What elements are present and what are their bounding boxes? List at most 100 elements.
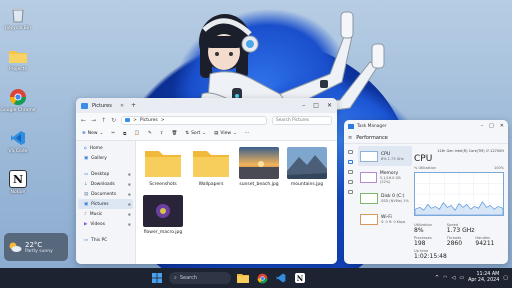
- sidebar-item-gallery[interactable]: ▣ Gallery: [78, 153, 133, 163]
- utilization-max: 100%: [493, 166, 504, 170]
- file-explorer-window: Pictures ✕ + – □ ✕ ← → ↑ ↻ > Pictures > …: [76, 98, 337, 264]
- resource-item-cpu[interactable]: CPU 8% 1.73 GHz: [358, 146, 412, 166]
- more-options-icon[interactable]: ···: [245, 131, 249, 136]
- taskbar-notion[interactable]: N: [293, 271, 307, 285]
- view-icon: ▤: [214, 131, 219, 136]
- vscode-icon: [276, 273, 286, 283]
- desktop-icon-chrome[interactable]: Google Chrome: [1, 88, 35, 113]
- sidebar-item-this-pc[interactable]: ▭ This PC: [78, 235, 133, 245]
- menu-icon[interactable]: ≡: [348, 135, 352, 141]
- taskbar: ⌕ Search N ^ ◠ ◁ ▭ 11:24 AM Apr 24, 2024…: [0, 268, 512, 288]
- stat-uptime: Up time 1:02:15:48: [414, 249, 447, 260]
- sidebar-item-label: Pictures: [91, 201, 109, 207]
- desktop-icon-vscode[interactable]: VS Code: [2, 129, 34, 154]
- sidebar-item-label: Music: [89, 211, 103, 217]
- sidebar-item-pictures[interactable]: ▣ Pictures ✱: [78, 199, 133, 209]
- users-icon[interactable]: [347, 190, 353, 194]
- view-button[interactable]: ▤ View ⌄: [214, 131, 237, 136]
- new-button[interactable]: ⊕ New ⌄: [82, 131, 103, 136]
- download-icon: ↓: [84, 181, 88, 187]
- explorer-titlebar[interactable]: Pictures ✕ + – □ ✕: [76, 98, 337, 113]
- taskbar-chrome[interactable]: [255, 271, 269, 285]
- sidebar-item-label: Gallery: [91, 155, 107, 161]
- up-arrow-icon[interactable]: ↑: [101, 117, 106, 124]
- folder-item-screenshots[interactable]: Screenshots: [142, 147, 184, 187]
- clock[interactable]: 11:24 AM Apr 24, 2024: [468, 272, 499, 284]
- pin-icon: ✱: [127, 201, 131, 207]
- stat-empty: [475, 223, 504, 234]
- file-name: flower_macro.jpg: [143, 230, 183, 235]
- start-button[interactable]: [150, 271, 164, 285]
- sidebar-item-music[interactable]: ♪ Music ✱: [78, 209, 133, 219]
- resource-item-memory[interactable]: Memory 5.1/16.0 GB (32%): [358, 167, 412, 187]
- taskbar-search-box[interactable]: ⌕ Search: [169, 272, 231, 284]
- notifications-icon[interactable]: ▢: [503, 275, 508, 281]
- minimize-icon[interactable]: –: [302, 102, 305, 109]
- sidebar-item-videos[interactable]: ▶ Videos ✱: [78, 219, 133, 229]
- address-input[interactable]: > Pictures >: [121, 115, 267, 125]
- resource-item-wifi[interactable]: Wi-Fi S: 0 R: 0 Kbps: [358, 209, 412, 229]
- desktop-icon-projects[interactable]: Projects: [2, 47, 34, 72]
- home-icon: ⌂: [84, 145, 87, 151]
- chrome-icon: [9, 88, 27, 106]
- back-arrow-icon[interactable]: ←: [81, 117, 86, 124]
- refresh-icon[interactable]: ↻: [111, 117, 116, 124]
- cut-icon[interactable]: ✂: [111, 131, 115, 136]
- app-history-icon[interactable]: [347, 170, 353, 174]
- explorer-address-bar: ← → ↑ ↻ > Pictures > Search Pictures: [76, 113, 337, 127]
- close-tab-icon[interactable]: ✕: [120, 103, 124, 109]
- video-icon: ▶: [84, 221, 88, 227]
- weather-widget[interactable]: 22°C Partly sunny: [4, 233, 68, 261]
- resource-item-disk[interactable]: Disk 0 (C:) SSD (NVMe) 1%: [358, 188, 412, 208]
- delete-icon[interactable]: 🗑: [172, 131, 178, 136]
- maximize-icon[interactable]: □: [489, 123, 494, 129]
- battery-icon[interactable]: ▭: [459, 275, 464, 281]
- image-thumbnail: [143, 195, 183, 227]
- maximize-icon[interactable]: □: [313, 102, 319, 109]
- forward-arrow-icon[interactable]: →: [91, 117, 96, 124]
- paste-icon[interactable]: 📋: [134, 131, 140, 136]
- close-icon[interactable]: ✕: [500, 123, 504, 129]
- copy-icon[interactable]: ⧉: [123, 131, 126, 137]
- rename-icon[interactable]: ✎: [148, 131, 152, 136]
- desktop-icon-notion[interactable]: N Notion: [2, 170, 34, 195]
- pin-icon: ✱: [127, 181, 131, 187]
- plus-icon: ⊕: [82, 131, 86, 136]
- task-manager-header: ≡ Performance: [344, 132, 508, 144]
- taskbar-vscode[interactable]: [274, 271, 288, 285]
- sidebar-item-documents[interactable]: ▤ Documents ✱: [78, 189, 133, 199]
- startup-icon[interactable]: [347, 180, 353, 184]
- taskbar-file-explorer[interactable]: [236, 271, 250, 285]
- task-manager-titlebar[interactable]: Task Manager – □ ✕: [344, 120, 508, 132]
- explorer-tab-title[interactable]: Pictures: [92, 103, 112, 109]
- sidebar-item-home[interactable]: ⌂ Home: [78, 143, 133, 153]
- chevron-down-icon: ⌄: [202, 131, 207, 136]
- volume-icon[interactable]: ◁: [451, 275, 455, 281]
- image-thumbnail: [239, 147, 279, 179]
- sidebar-item-desktop[interactable]: ▭ Desktop ✱: [78, 169, 133, 179]
- clock-date: Apr 24, 2024: [468, 278, 500, 283]
- share-icon[interactable]: ⇪: [160, 131, 164, 136]
- processes-icon[interactable]: [347, 150, 353, 154]
- explorer-search-input[interactable]: Search Pictures: [272, 115, 332, 125]
- breadcrumb-pictures[interactable]: Pictures: [140, 118, 158, 123]
- file-name: mountains.jpg: [290, 182, 324, 187]
- file-item-sunset-beach[interactable]: sunset_beach.jpg: [238, 147, 280, 187]
- performance-icon[interactable]: [347, 160, 353, 164]
- new-tab-icon[interactable]: +: [131, 102, 136, 109]
- file-item-mountains[interactable]: mountains.jpg: [286, 147, 328, 187]
- sidebar-item-downloads[interactable]: ↓ Downloads ✱: [78, 179, 133, 189]
- sort-button[interactable]: ⇅ Sort ⌄: [185, 131, 206, 136]
- vscode-icon: [9, 129, 27, 147]
- wifi-icon[interactable]: ◠: [443, 275, 447, 281]
- sidebar-item-label: Downloads: [90, 181, 115, 187]
- close-icon[interactable]: ✕: [327, 102, 332, 109]
- cpu-title: CPU: [414, 154, 433, 164]
- desktop-icon-recycle-bin[interactable]: Recycle Bin: [2, 6, 34, 31]
- folder-item-wallpapers[interactable]: Wallpapers: [190, 147, 232, 187]
- file-item-flower-macro[interactable]: flower_macro.jpg: [142, 195, 184, 235]
- minimize-icon[interactable]: –: [481, 123, 484, 129]
- stat-threads: Threads 2860: [446, 236, 463, 247]
- chevron-up-icon[interactable]: ^: [435, 275, 439, 281]
- cpu-utilization-graph: [414, 172, 504, 216]
